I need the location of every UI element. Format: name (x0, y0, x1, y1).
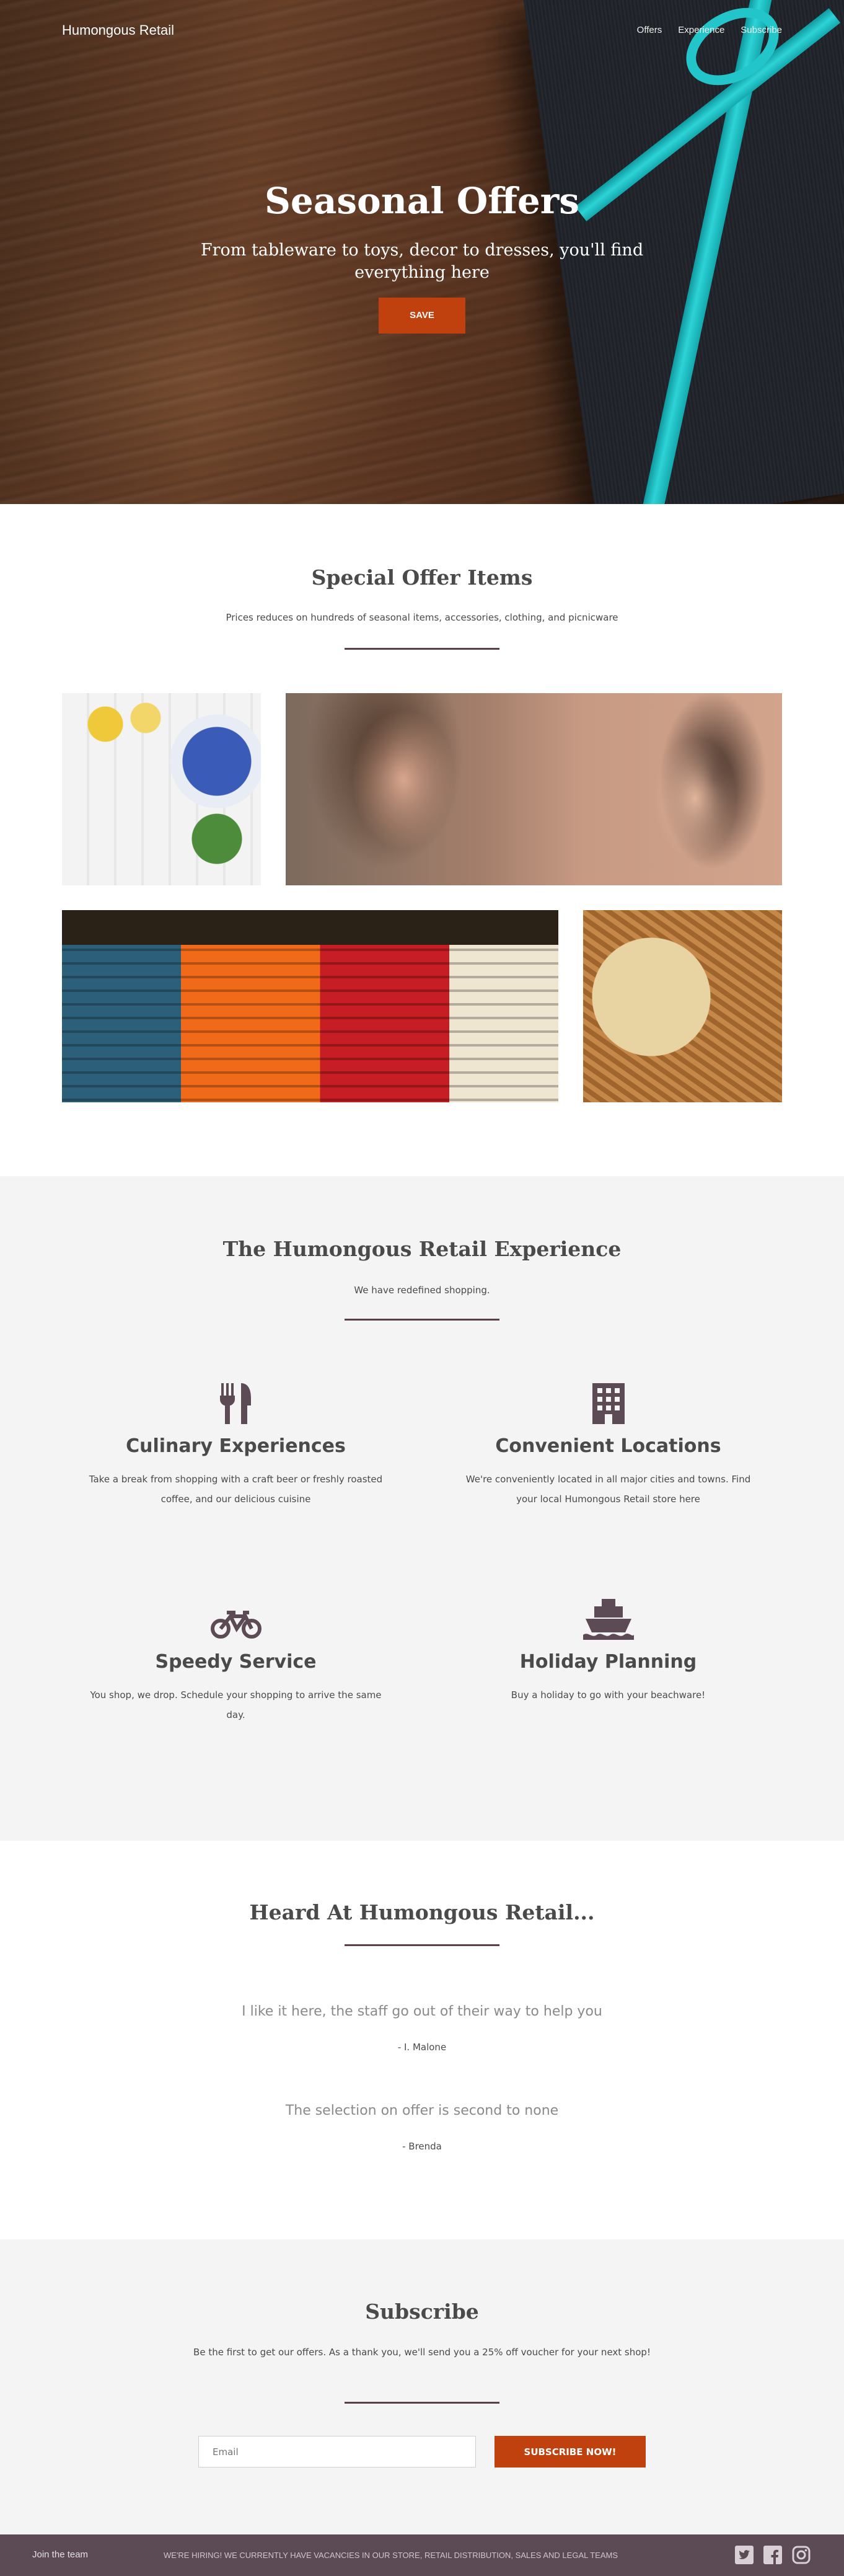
hero-content: Seasonal Offers From tableware to toys, … (0, 180, 844, 334)
twitter-icon[interactable] (735, 2546, 754, 2564)
feature-description: You shop, we drop. Schedule your shoppin… (90, 1689, 382, 1720)
facebook-icon[interactable] (763, 2546, 782, 2564)
social-links (735, 2546, 811, 2564)
subscribe-subtitle: Be the first to get our offers. As a tha… (193, 2347, 651, 2358)
experience-title: The Humongous Retail Experience (222, 1237, 622, 1261)
hero-subtitle: From tableware to toys, decor to dresses… (200, 241, 644, 282)
experience-subtitle: We have redefined shopping. (354, 1285, 490, 1296)
nav-link-experience[interactable]: Experience (678, 25, 724, 35)
feature-description: Take a break from shopping with a craft … (89, 1474, 383, 1505)
section-divider (345, 1944, 499, 1946)
join-team-link[interactable]: Join the team (32, 2549, 88, 2560)
feature-description: Buy a holiday to go with your beachware! (511, 1689, 706, 1701)
nav-link-offers[interactable]: Offers (637, 25, 662, 35)
subscribe-title: Subscribe (365, 2299, 479, 2324)
experience-section: The Humongous Retail Experience We have … (0, 1176, 844, 1841)
feature-title: Speedy Service (155, 1651, 317, 1673)
instagram-icon[interactable] (792, 2546, 811, 2564)
feature-locations: Convenient Locations We're conveniently … (459, 1381, 757, 1509)
feature-title: Culinary Experiences (126, 1435, 346, 1457)
testimonials-title: Heard At Humongous Retail... (249, 1900, 595, 1924)
feature-title: Holiday Planning (519, 1651, 697, 1673)
hero-banner: Humongous Retail Offers Experience Subsc… (0, 0, 844, 504)
testimonial-quote: The selection on offer is second to none (285, 2103, 559, 2118)
section-divider (345, 2402, 499, 2404)
subscribe-section: Subscribe Be the first to get our offers… (0, 2239, 844, 2534)
feature-speedy: Speedy Service You shop, we drop. Schedu… (87, 1596, 385, 1725)
nav-links: Offers Experience Subscribe (637, 25, 782, 35)
nav-link-subscribe[interactable]: Subscribe (741, 25, 782, 35)
hiring-notice: WE'RE HIRING! WE CURRENTLY HAVE VACANCIE… (164, 2551, 618, 2560)
testimonial-author: - Brenda (402, 2141, 442, 2152)
feature-culinary: Culinary Experiences Take a break from s… (87, 1381, 385, 1509)
cutlery-icon (87, 1381, 385, 1424)
save-button[interactable]: SAVE (379, 297, 465, 334)
testimonial-author: - I. Malone (397, 2042, 447, 2053)
brand-logo-text[interactable]: Humongous Retail (62, 22, 174, 38)
testimonial-quote: I like it here, the staff go out of thei… (242, 2004, 602, 2019)
subscribe-button[interactable]: SUBSCRIBE NOW! (495, 2436, 646, 2468)
ship-icon (459, 1596, 757, 1640)
feature-description: We're conveniently located in all major … (465, 1474, 751, 1505)
feature-title: Convenient Locations (495, 1435, 721, 1457)
building-icon (459, 1381, 757, 1424)
section-divider (345, 1319, 499, 1321)
testimonials-section: Heard At Humongous Retail... I like it h… (0, 1841, 844, 2239)
email-field[interactable] (198, 2436, 476, 2468)
footer: Join the team WE'RE HIRING! WE CURRENTLY… (0, 2534, 844, 2576)
hero-title: Seasonal Offers (265, 180, 579, 222)
top-navigation: Humongous Retail Offers Experience Subsc… (0, 0, 844, 62)
bicycle-icon (87, 1596, 385, 1640)
feature-holiday: Holiday Planning Buy a holiday to go wit… (459, 1596, 757, 1705)
